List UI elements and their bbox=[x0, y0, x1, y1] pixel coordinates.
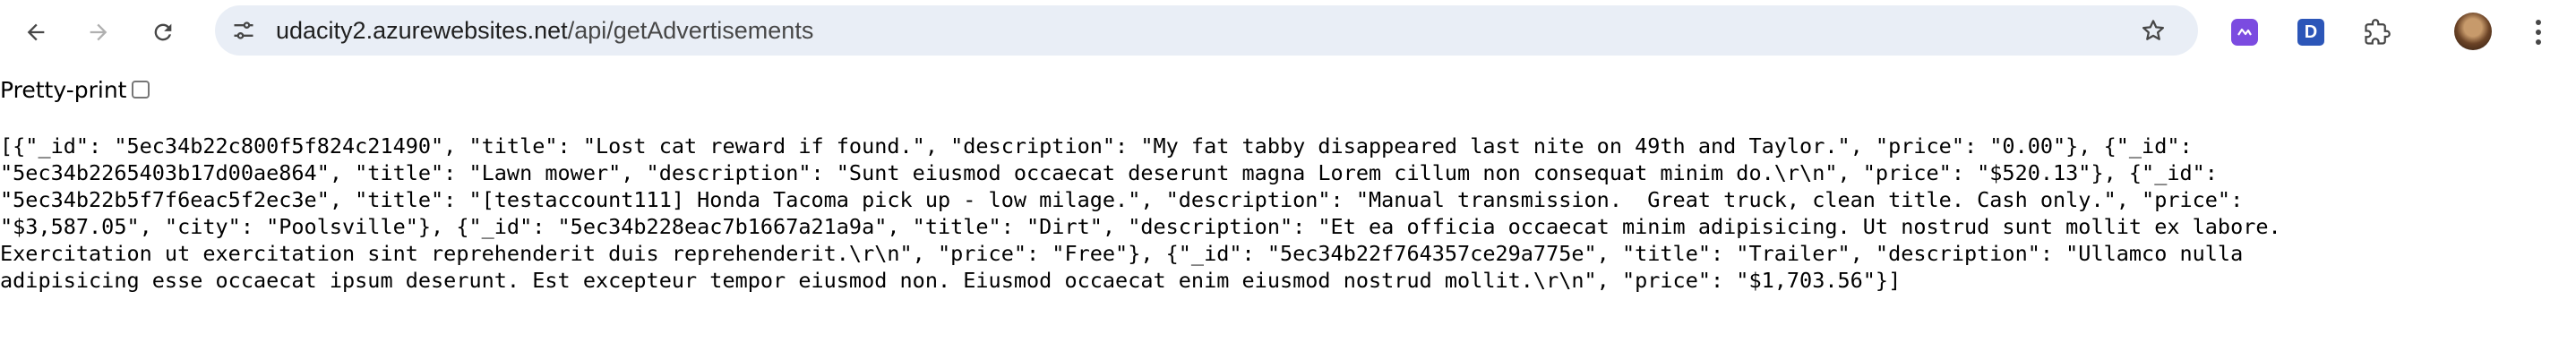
reload-icon bbox=[154, 23, 172, 41]
json-line: "5ec34b22b5f7f6eac5f2ec3e", "title": "[t… bbox=[0, 187, 2244, 212]
forward-button[interactable] bbox=[79, 13, 118, 52]
tune-icon bbox=[234, 21, 253, 39]
json-response-body: [{"_id": "5ec34b22c800f5f824c21490", "ti… bbox=[0, 133, 2571, 294]
json-line: [{"_id": "5ec34b22c800f5f824c21490", "ti… bbox=[0, 133, 2193, 159]
profile-avatar[interactable] bbox=[2454, 13, 2492, 50]
address-bar[interactable]: udacity2.azurewebsites.net/api/getAdvert… bbox=[215, 5, 2198, 56]
puzzle-piece-icon bbox=[2365, 19, 2391, 45]
browser-menu-button[interactable] bbox=[2519, 13, 2558, 52]
pretty-print-label: Pretty-print bbox=[0, 76, 127, 103]
purple-extension-icon bbox=[2231, 19, 2258, 46]
bookmark-star-button[interactable] bbox=[2134, 11, 2173, 50]
back-arrow-icon bbox=[27, 23, 45, 41]
extensions-menu-button[interactable] bbox=[2357, 13, 2397, 52]
extension-purple-button[interactable] bbox=[2225, 13, 2264, 52]
url-path: /api/getAdvertisements bbox=[567, 17, 814, 44]
menu-dot-icon bbox=[2536, 20, 2541, 25]
menu-dot-icon bbox=[2536, 30, 2541, 35]
url-host: udacity2.azurewebsites.net bbox=[276, 17, 568, 44]
menu-dot-icon bbox=[2536, 39, 2541, 45]
json-line: adipisicing esse occaecat ipsum deserunt… bbox=[0, 268, 1902, 293]
json-line: "5ec34b2265403b17d00ae864", "title": "La… bbox=[0, 160, 2218, 185]
json-line: Exercitation ut exercitation sint repreh… bbox=[0, 241, 2244, 266]
d-extension-icon: D bbox=[2297, 19, 2324, 46]
url-text[interactable]: udacity2.azurewebsites.net/api/getAdvert… bbox=[276, 5, 813, 56]
pretty-print-checkbox[interactable] bbox=[132, 81, 150, 99]
reload-button[interactable] bbox=[143, 13, 183, 52]
star-icon bbox=[2142, 20, 2164, 40]
site-info-button[interactable] bbox=[224, 11, 263, 50]
forward-arrow-icon bbox=[90, 23, 107, 41]
pretty-print-control: Pretty-print bbox=[0, 75, 150, 104]
browser-toolbar: udacity2.azurewebsites.net/api/getAdvert… bbox=[0, 0, 2576, 63]
back-button[interactable] bbox=[16, 13, 56, 52]
extension-d-button[interactable]: D bbox=[2291, 13, 2331, 52]
json-line: "$3,587.05", "city": "Poolsville"}, {"_i… bbox=[0, 214, 2281, 239]
